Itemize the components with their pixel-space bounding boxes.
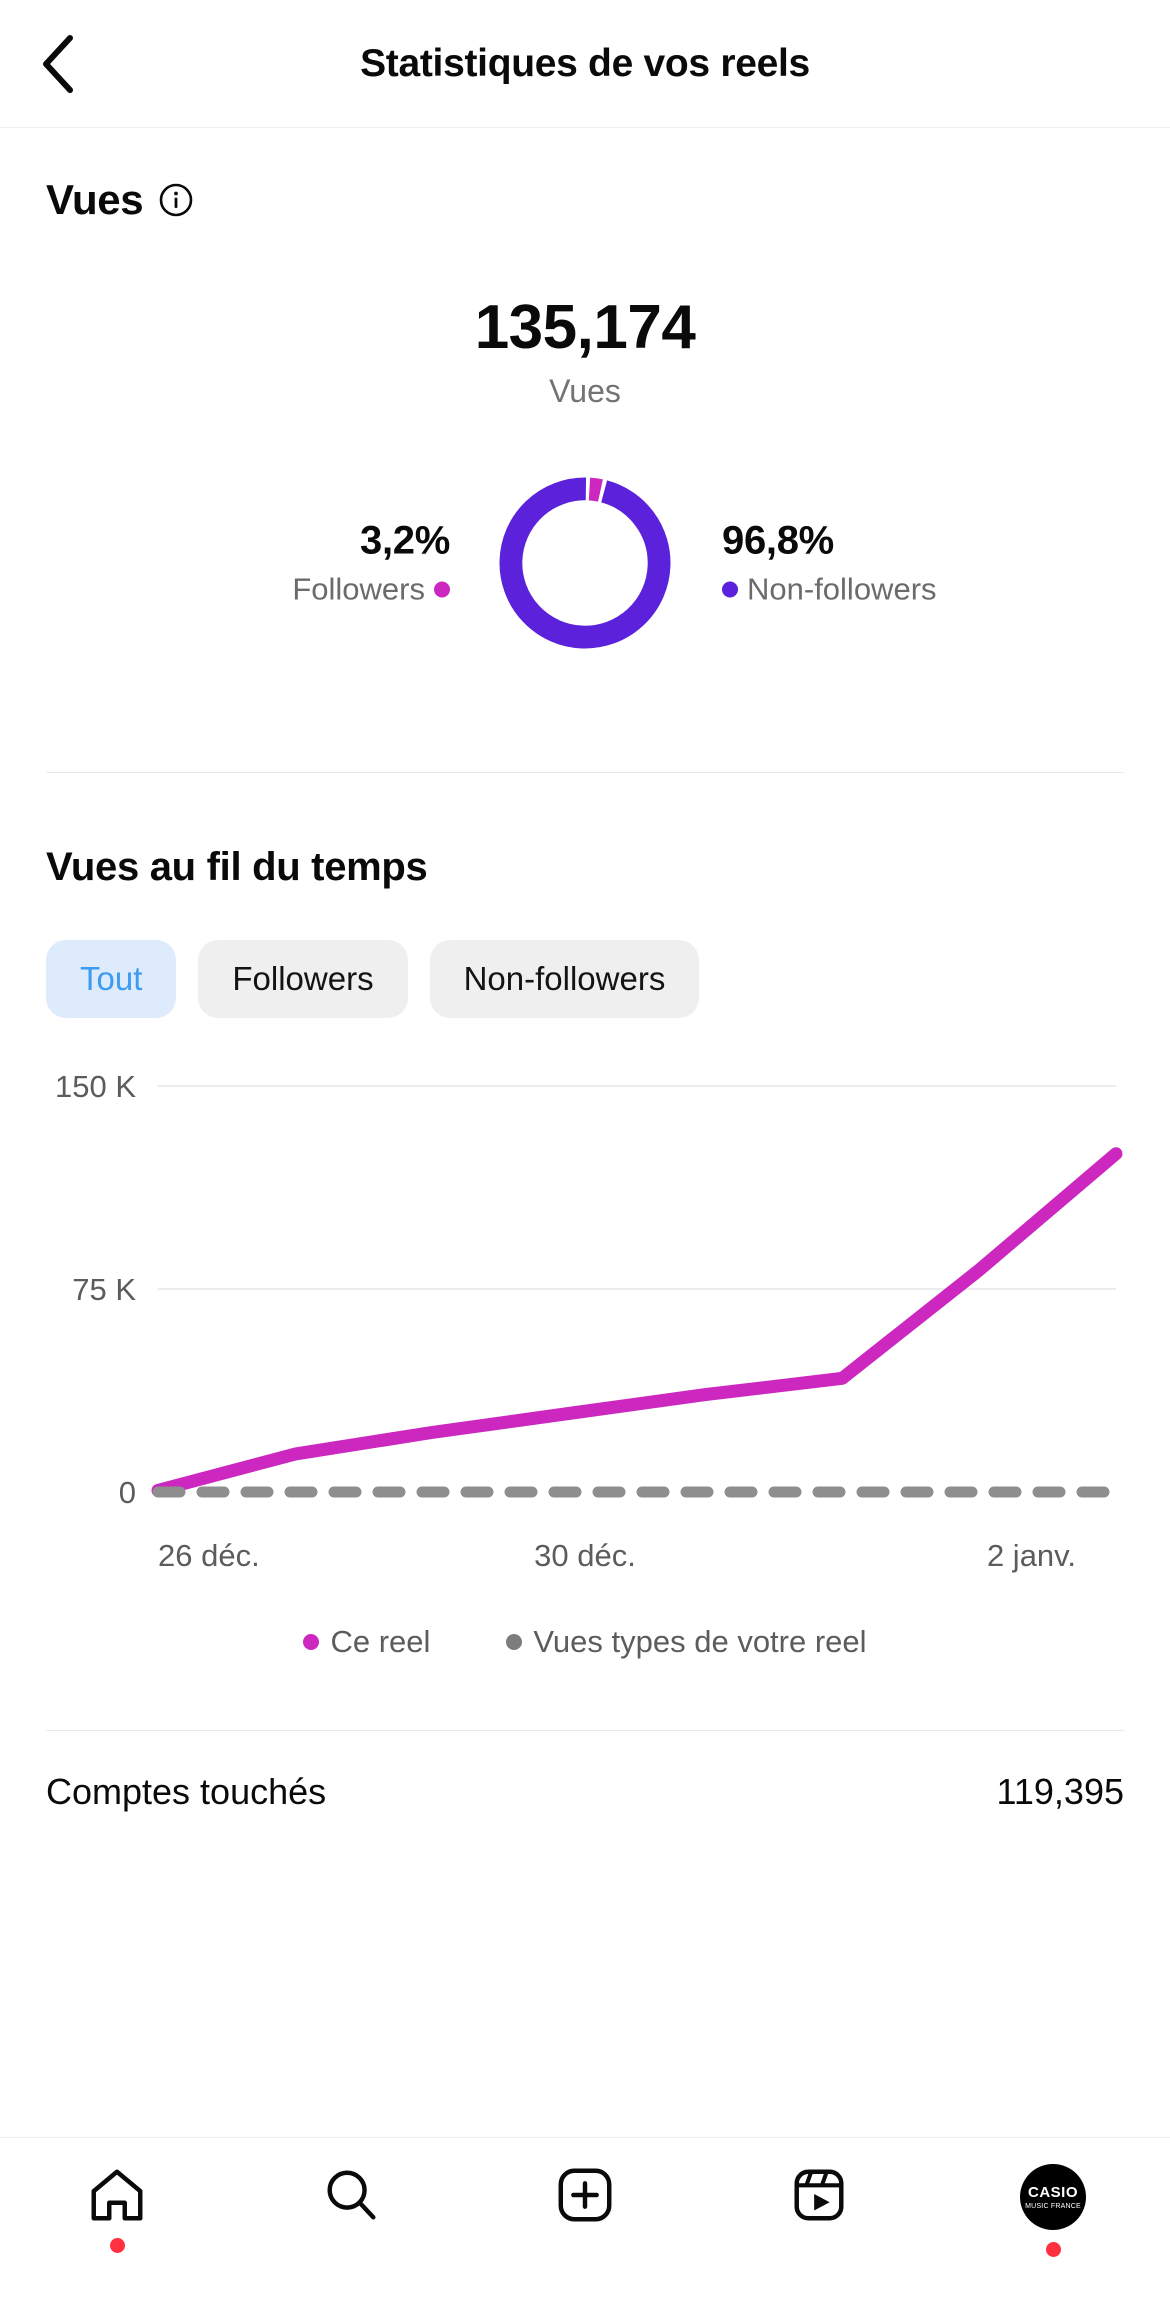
non-followers-legend-label: Non-followers — [747, 571, 937, 607]
reels-icon — [794, 2169, 844, 2221]
svg-text:150 K: 150 K — [55, 1069, 136, 1104]
x-tick-2: 2 janv. — [986, 1538, 1076, 1573]
followers-color-dot — [434, 581, 450, 598]
avatar-line-1: CASIO — [1027, 2183, 1078, 2201]
chart-legend: Ce reel Vues types de votre reel — [46, 1624, 1124, 1660]
x-tick-1: 30 déc. — [534, 1538, 636, 1573]
followers-legend-label: Followers — [292, 571, 425, 607]
create-plus-icon — [558, 2168, 612, 2222]
home-notification-dot — [109, 2238, 125, 2253]
chevron-left-icon — [43, 34, 73, 93]
non-followers-color-dot — [722, 581, 738, 598]
nav-reels[interactable] — [702, 2164, 936, 2226]
profile-avatar: CASIO MUSIC FRANCE — [1020, 2164, 1086, 2230]
views-over-time-section: Vues au fil du temps Tout Followers Non-… — [0, 845, 1170, 1660]
legend-item-typical-views: Vues types de votre reel — [506, 1624, 867, 1660]
views-breakdown-donut: 3,2% Followers 96,8% Non-followers — [0, 438, 1170, 688]
views-over-time-title: Vues au fil du temps — [46, 845, 428, 889]
donut-chart — [490, 468, 680, 658]
followers-legend: Followers — [120, 572, 450, 608]
non-followers-percent: 96,8% — [722, 518, 834, 563]
back-button[interactable] — [24, 29, 94, 99]
total-views-value: 135,174 — [474, 293, 696, 362]
views-heading-row: Vues — [46, 176, 1124, 224]
tab-non-followers[interactable]: Non-followers — [429, 940, 700, 1018]
followers-percent: 3,2% — [360, 518, 450, 563]
non-followers-legend: Non-followers — [722, 572, 1052, 608]
views-title: Vues — [46, 176, 144, 223]
tab-followers[interactable]: Followers — [198, 940, 408, 1018]
nav-create[interactable] — [468, 2164, 702, 2226]
legend-label-ce-reel: Ce reel — [330, 1624, 431, 1659]
reels-insights-screen: Statistiques de vos reels Vues 135,174 V… — [0, 0, 1170, 2297]
ce-reel-color-dot — [303, 1634, 320, 1650]
nav-search[interactable] — [234, 2164, 468, 2226]
x-tick-0: 26 déc. — [158, 1538, 260, 1573]
views-line-chart: 0 75 K 150 K — [46, 1062, 1124, 1532]
app-header: Statistiques de vos reels — [0, 0, 1170, 128]
profile-notification-dot — [1045, 2242, 1061, 2257]
total-views-label: Vues — [549, 373, 621, 409]
accounts-reached-row[interactable]: Comptes touchés 119,395 — [0, 1731, 1170, 1853]
bottom-navigation-bar: CASIO MUSIC FRANCE — [0, 2137, 1170, 2297]
non-followers-breakdown: 96,8% Non-followers — [722, 519, 1052, 608]
nav-home[interactable] — [0, 2164, 234, 2253]
svg-text:75 K: 75 K — [72, 1272, 136, 1307]
home-icon — [91, 2169, 143, 2221]
legend-label-typical-views: Vues types de votre reel — [533, 1624, 867, 1659]
chart-x-axis: 26 déc. 30 déc. 2 janv. — [46, 1538, 1124, 1590]
info-circle-icon[interactable] — [159, 183, 193, 217]
legend-item-ce-reel: Ce reel — [303, 1624, 430, 1660]
accounts-reached-value: 119,395 — [996, 1771, 1124, 1812]
search-icon — [327, 2170, 376, 2220]
section-divider-1 — [46, 772, 1124, 773]
accounts-reached-label: Comptes touchés — [46, 1771, 327, 1812]
audience-filter-tabs: Tout Followers Non-followers — [46, 940, 1124, 1018]
page-title: Statistiques de vos reels — [360, 41, 810, 85]
typical-views-color-dot — [506, 1634, 523, 1650]
nav-profile[interactable]: CASIO MUSIC FRANCE — [936, 2164, 1170, 2257]
views-section: Vues 135,174 Vues — [0, 176, 1170, 410]
svg-text:0: 0 — [119, 1475, 136, 1510]
tab-tout[interactable]: Tout — [46, 940, 177, 1018]
followers-breakdown: 3,2% Followers — [120, 519, 450, 608]
avatar-line-2: MUSIC FRANCE — [1025, 2202, 1081, 2210]
